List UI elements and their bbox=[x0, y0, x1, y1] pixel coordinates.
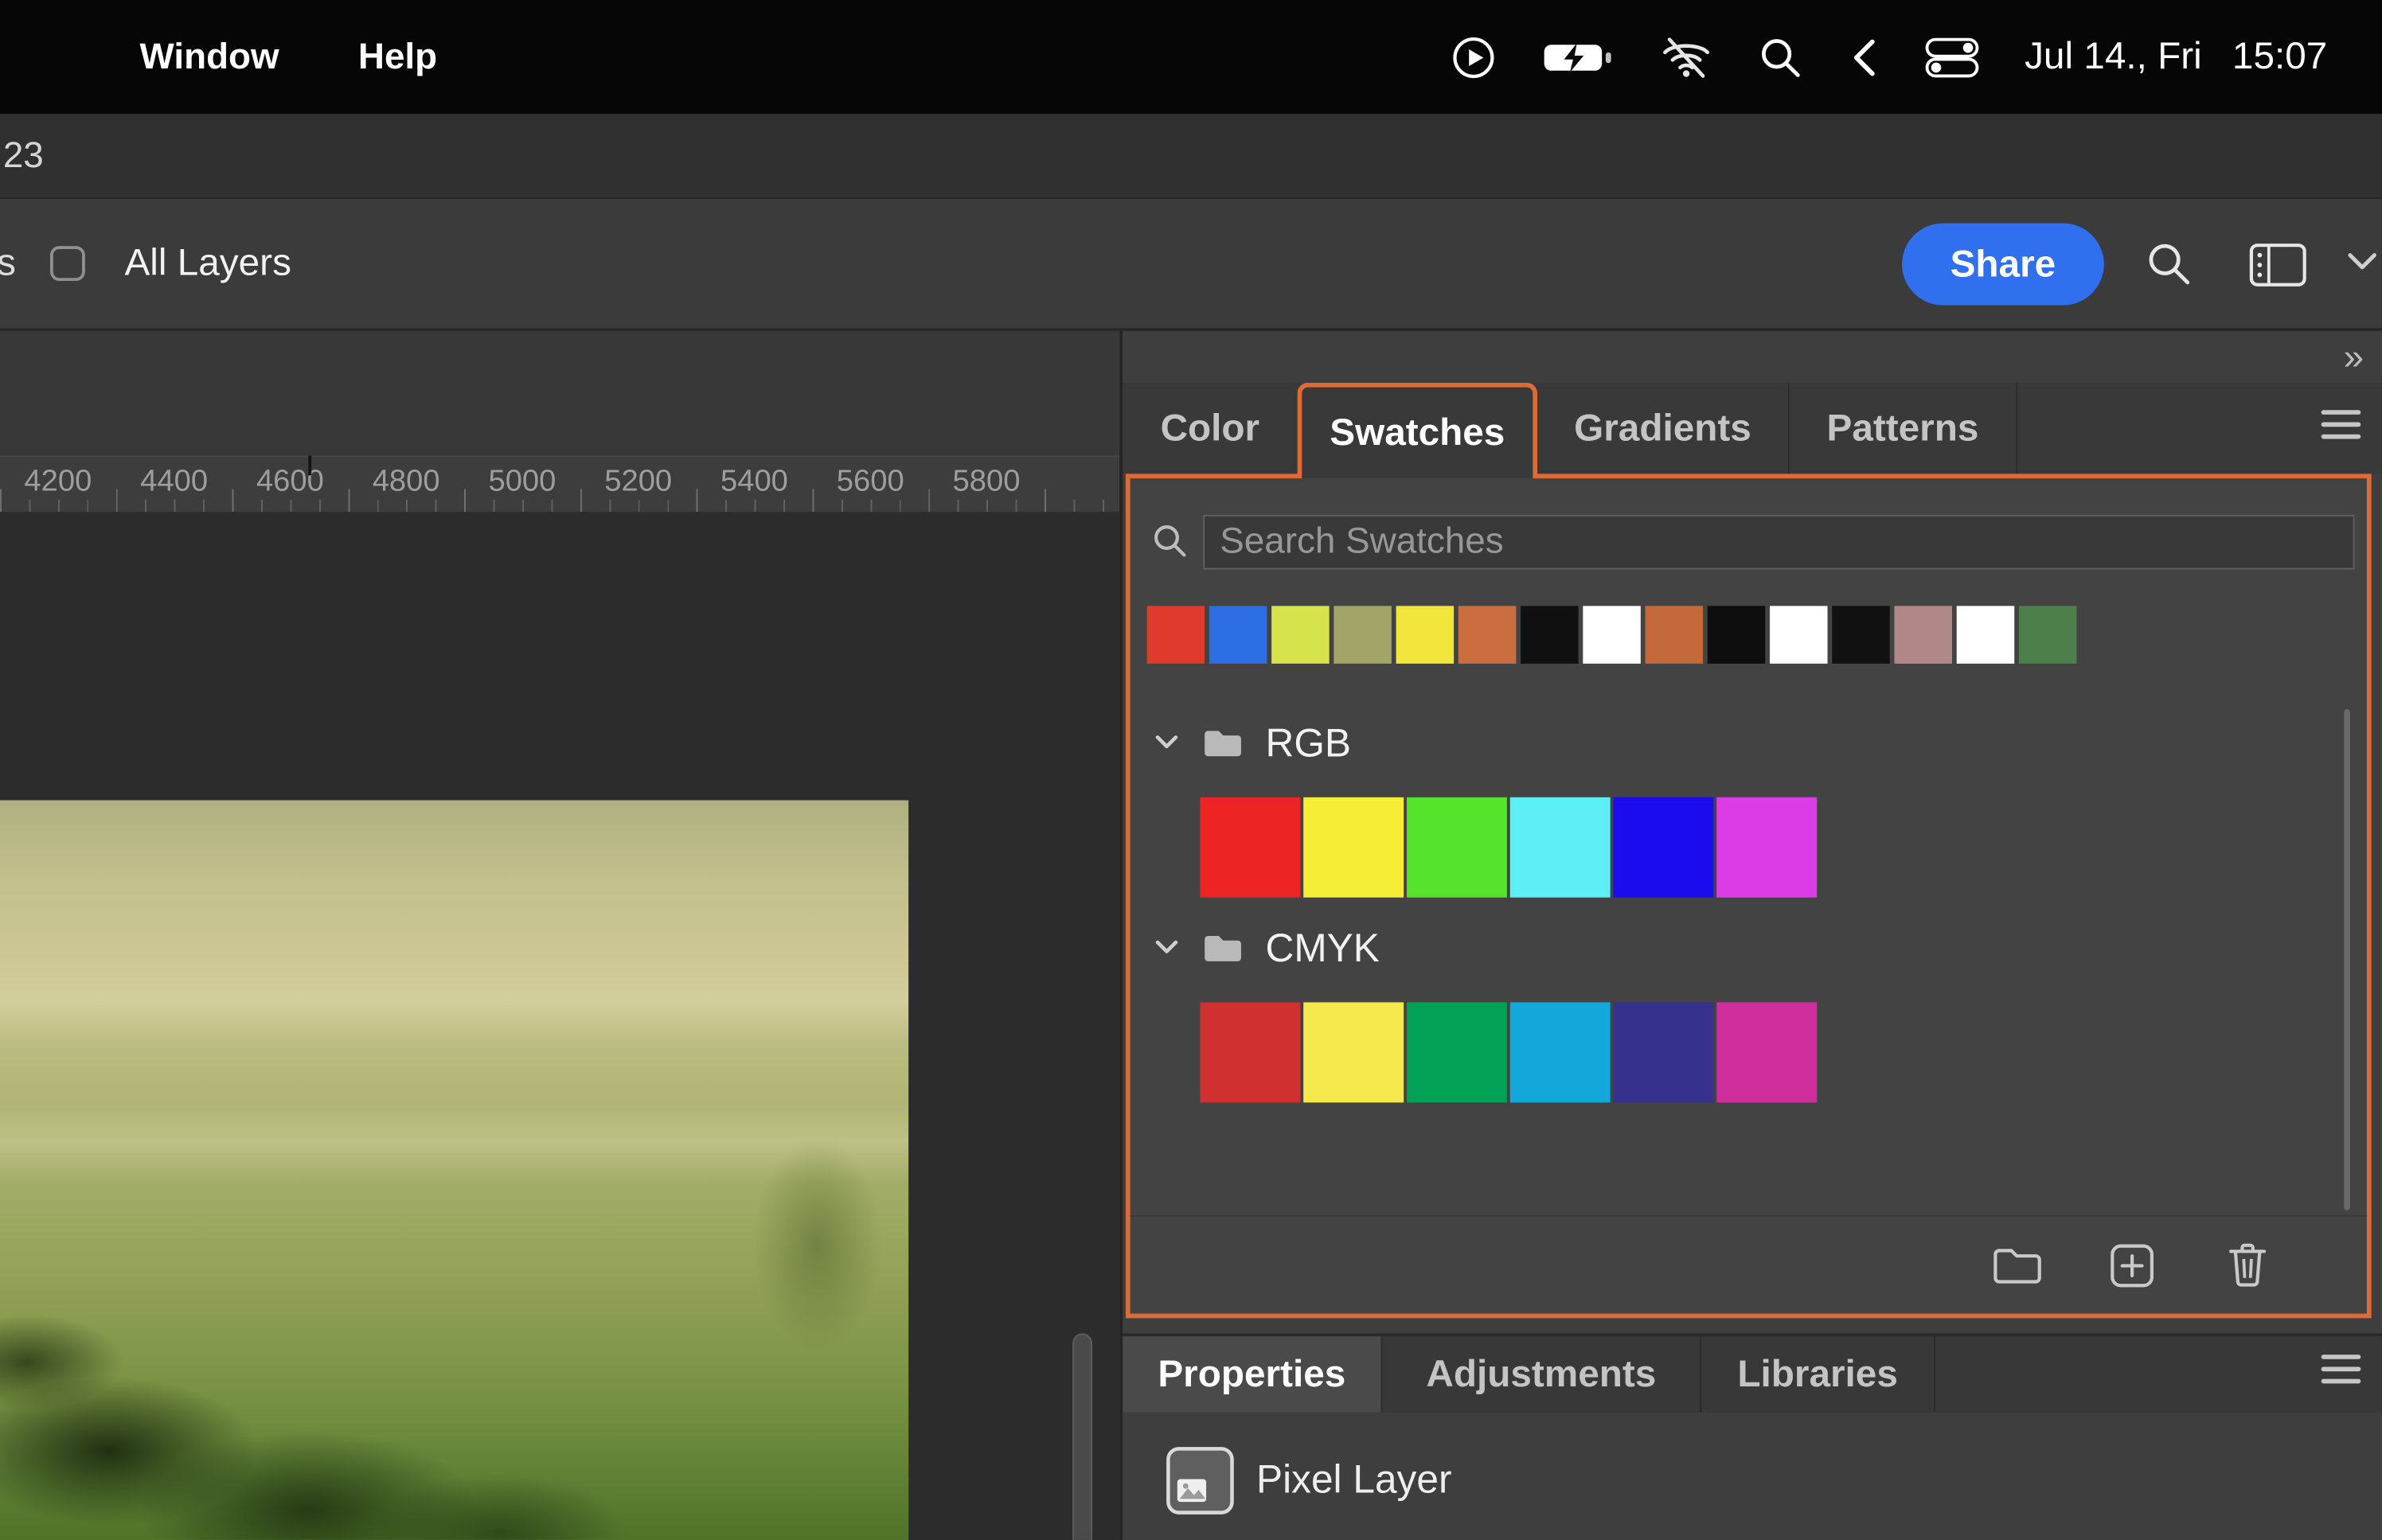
swatch-search-icon bbox=[1151, 522, 1188, 559]
swatch-group-label: RGB bbox=[1265, 719, 1351, 766]
document-title-partial: 23 bbox=[3, 114, 44, 197]
spotlight-search-icon[interactable] bbox=[1757, 34, 1802, 80]
panel-collapse-icon[interactable]: » bbox=[2344, 337, 2361, 380]
color-swatch[interactable] bbox=[1303, 1002, 1404, 1102]
studio-panel-icon[interactable] bbox=[2248, 241, 2309, 288]
color-swatch[interactable] bbox=[1200, 797, 1300, 898]
pixel-layer-thumbnail-icon[interactable] bbox=[1166, 1446, 1236, 1516]
color-swatch[interactable] bbox=[1708, 606, 1766, 664]
battery-charging-icon[interactable] bbox=[1541, 39, 1615, 76]
swatch-actions-bar bbox=[1130, 1215, 2367, 1312]
tab-patterns[interactable]: Patterns bbox=[1790, 383, 2017, 474]
folder-icon bbox=[1201, 931, 1244, 965]
tab-properties[interactable]: Properties bbox=[1123, 1336, 1382, 1412]
color-swatch[interactable] bbox=[1770, 606, 1828, 664]
layer-type-label: Pixel Layer bbox=[1256, 1413, 1451, 1540]
share-button[interactable]: Share bbox=[1902, 224, 2104, 306]
chevron-down-icon[interactable] bbox=[2345, 251, 2379, 272]
tab-gradients[interactable]: Gradients bbox=[1537, 383, 1790, 474]
color-swatch[interactable] bbox=[1396, 606, 1455, 664]
swatch-panel-tabs: Color Swatches Gradients Patterns bbox=[1123, 383, 2382, 474]
swatches-panel: RGB CMYK bbox=[1126, 474, 2372, 1318]
color-swatch[interactable] bbox=[1200, 1002, 1300, 1102]
wifi-off-icon[interactable] bbox=[1660, 34, 1712, 80]
swatch-group-label: CMYK bbox=[1265, 924, 1379, 971]
menu-status-icons: Jul 14., Fri 15:07 bbox=[1451, 0, 2328, 114]
swatch-group-cmyk[interactable]: CMYK bbox=[1153, 923, 1380, 972]
color-swatch[interactable] bbox=[1334, 606, 1392, 664]
color-swatch[interactable] bbox=[1458, 606, 1517, 664]
folder-icon bbox=[1201, 726, 1244, 759]
swatches-scrollbar[interactable] bbox=[2344, 709, 2350, 1211]
canvas-vertical-scrollbar[interactable] bbox=[1072, 1333, 1092, 1540]
menu-date: Jul 14., Fri bbox=[2025, 35, 2202, 79]
tab-adjustments[interactable]: Adjustments bbox=[1382, 1336, 1701, 1412]
lower-panel-menu-icon[interactable] bbox=[2321, 1355, 2361, 1383]
tab-color[interactable]: Color bbox=[1123, 383, 1297, 474]
screen-record-icon[interactable] bbox=[1451, 34, 1496, 80]
toolbar-partial-text: s bbox=[0, 199, 16, 328]
tab-swatches[interactable]: Swatches bbox=[1298, 383, 1537, 478]
color-swatch[interactable] bbox=[1716, 1002, 1817, 1102]
swatch-search-input[interactable] bbox=[1203, 515, 2354, 570]
new-category-folder-icon[interactable] bbox=[1992, 1239, 2044, 1291]
ruler-cursor-marker bbox=[308, 455, 311, 475]
color-swatch[interactable] bbox=[1407, 1002, 1507, 1102]
color-swatch[interactable] bbox=[1407, 797, 1507, 898]
all-layers-label: All Layers bbox=[124, 199, 291, 328]
chevron-down-icon bbox=[1153, 938, 1180, 957]
document-canvas[interactable] bbox=[0, 513, 1119, 1540]
swatch-group-rgb[interactable]: RGB bbox=[1153, 719, 1351, 767]
recent-swatches-row bbox=[1147, 606, 2077, 664]
landscape-photo[interactable] bbox=[0, 801, 908, 1540]
color-swatch[interactable] bbox=[1894, 606, 1952, 664]
cmyk-swatches-row bbox=[1200, 1002, 1817, 1102]
color-swatch[interactable] bbox=[1147, 606, 1205, 664]
color-swatch[interactable] bbox=[2019, 606, 2077, 664]
chevron-left-icon[interactable] bbox=[1849, 36, 1879, 78]
color-swatch[interactable] bbox=[1209, 606, 1267, 664]
color-swatch[interactable] bbox=[1271, 606, 1330, 664]
window-title-bar: 23 bbox=[0, 114, 2382, 199]
color-swatch[interactable] bbox=[1613, 1002, 1713, 1102]
menu-item-help[interactable]: Help bbox=[358, 36, 437, 78]
tab-libraries[interactable]: Libraries bbox=[1701, 1336, 1935, 1412]
delete-swatch-trash-icon[interactable] bbox=[2221, 1239, 2273, 1291]
control-center-icon[interactable] bbox=[1924, 36, 1979, 78]
all-layers-checkbox[interactable] bbox=[50, 246, 85, 281]
canvas-area: 4200 4400 4600 4800 5000 5200 5400 5600 … bbox=[0, 331, 1119, 1540]
add-swatch-icon[interactable] bbox=[2106, 1239, 2157, 1291]
color-swatch[interactable] bbox=[1583, 606, 1641, 664]
lower-panel-tabs: Properties Adjustments Libraries bbox=[1123, 1333, 2382, 1412]
color-swatch[interactable] bbox=[1716, 797, 1817, 898]
menu-item-window[interactable]: Window bbox=[140, 36, 279, 78]
panel-menu-icon[interactable] bbox=[2321, 410, 2361, 439]
color-swatch[interactable] bbox=[1303, 797, 1404, 898]
color-swatch[interactable] bbox=[1510, 797, 1611, 898]
color-swatch[interactable] bbox=[1510, 1002, 1611, 1102]
color-swatch[interactable] bbox=[1646, 606, 1704, 664]
menu-items: Window Help bbox=[140, 0, 438, 114]
chevron-down-icon bbox=[1153, 734, 1180, 752]
ruler-major-ticks bbox=[0, 489, 1119, 512]
color-swatch[interactable] bbox=[1832, 606, 1890, 664]
menu-bar: Window Help Jul 14., Fri bbox=[0, 0, 2382, 114]
color-swatch[interactable] bbox=[1521, 606, 1579, 664]
toolbar-search-icon[interactable] bbox=[2145, 240, 2193, 288]
properties-panel: Pixel Layer bbox=[1123, 1413, 2382, 1540]
menu-clock[interactable]: Jul 14., Fri 15:07 bbox=[2025, 35, 2327, 79]
menu-time: 15:07 bbox=[2232, 35, 2327, 79]
color-swatch[interactable] bbox=[1957, 606, 2015, 664]
color-swatch[interactable] bbox=[1613, 797, 1713, 898]
context-toolbar: s All Layers Share bbox=[0, 199, 2382, 331]
studio-panel: » Color Swatches Gradients Patterns bbox=[1119, 331, 2382, 1540]
horizontal-ruler: 4200 4400 4600 4800 5000 5200 5400 5600 … bbox=[0, 455, 1119, 513]
rgb-swatches-row bbox=[1200, 797, 1817, 898]
